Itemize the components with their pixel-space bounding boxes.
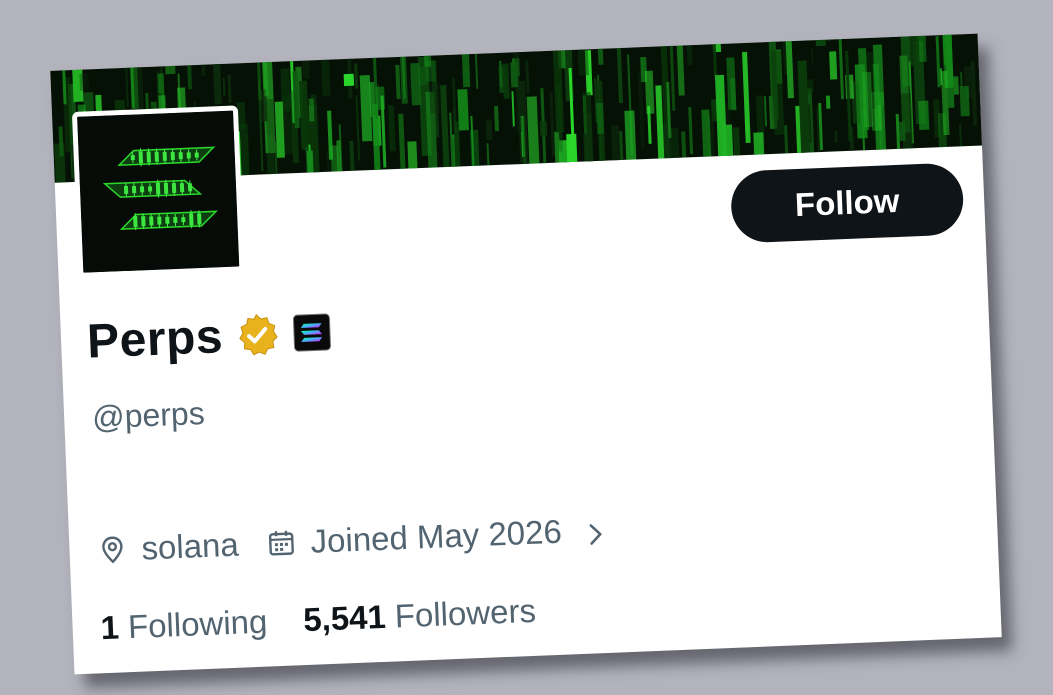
followers-label: Followers [394, 591, 537, 635]
name-row: Perps [86, 302, 332, 372]
profile-meta: solana Joined May 2026 [97, 511, 609, 569]
following-count: 1 [99, 608, 120, 647]
location-text: solana [140, 525, 240, 567]
display-name: Perps [86, 309, 225, 369]
follow-stats: 1 Following 5,541 Followers [100, 592, 537, 647]
following-label: Following [127, 602, 269, 646]
verified-badge-icon[interactable] [234, 312, 280, 358]
following-link[interactable]: 1 Following [100, 603, 268, 648]
followers-count: 5,541 [302, 597, 387, 639]
avatar-logo [77, 110, 240, 273]
chevron-right-icon[interactable] [581, 517, 608, 545]
profile-handle: @perps [91, 394, 206, 436]
solana-affiliate-icon[interactable] [292, 313, 331, 352]
location-pin-icon [97, 534, 128, 565]
calendar-icon [266, 527, 297, 558]
avatar[interactable] [71, 105, 245, 278]
joined-date: Joined May 2026 [309, 512, 563, 560]
profile-card: Follow Perps @perps solana Joined May 20… [50, 33, 1002, 675]
follow-button[interactable]: Follow [729, 162, 965, 244]
followers-link[interactable]: 5,541 Followers [303, 592, 537, 639]
screenshot-backdrop: Follow Perps @perps solana Joined May 20… [0, 0, 1053, 695]
